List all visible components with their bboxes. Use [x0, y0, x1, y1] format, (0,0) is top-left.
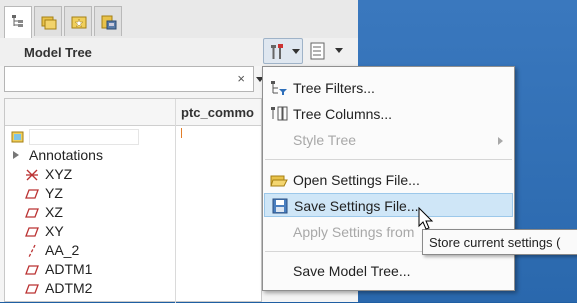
datum-axis-icon	[28, 244, 36, 258]
menu-item-tree-columns[interactable]: Tree Columns...	[264, 102, 513, 126]
tree-row-xyz[interactable]: XYZ	[5, 165, 175, 184]
model-tree-icon	[12, 15, 23, 27]
menu-separator	[265, 159, 512, 160]
settings-menu: Tree Filters... Tree Columns... Style Tr…	[262, 66, 515, 291]
favorites-icon	[71, 16, 87, 29]
datum-plane-icon	[25, 265, 39, 275]
tab-model-tree[interactable]	[4, 6, 32, 39]
menu-item-label: Tree Filters...	[293, 80, 375, 96]
menu-item-label: Save Settings File...	[294, 198, 419, 214]
root-name-field	[29, 129, 139, 145]
model-tree-title: Model Tree	[24, 45, 92, 60]
menu-item-label: Tree Columns...	[293, 106, 393, 122]
settings-tools-icon	[271, 44, 283, 59]
tree-row-label: ADTM1	[45, 261, 93, 277]
tooltip-text: Store current settings (	[429, 235, 561, 250]
show-button[interactable]	[305, 38, 345, 64]
tree-row-annotations[interactable]: Annotations	[5, 146, 175, 165]
datum-plane-icon	[25, 189, 39, 199]
tree-row-adtm1[interactable]: ADTM1	[5, 260, 175, 279]
settings-button[interactable]	[263, 38, 303, 64]
submenu-arrow-icon	[498, 137, 503, 145]
tooltip: Store current settings (	[422, 229, 577, 255]
menu-item-label: Save Model Tree...	[293, 263, 411, 279]
menu-item-save-model-tree[interactable]: Save Model Tree...	[264, 259, 513, 283]
part-icon	[11, 131, 24, 143]
tab-favorites[interactable]	[64, 6, 92, 36]
menu-item-open-settings[interactable]: Open Settings File...	[264, 168, 513, 192]
tab-history[interactable]	[94, 6, 122, 36]
tree-row-root[interactable]	[5, 127, 175, 146]
chevron-down-icon	[335, 48, 343, 53]
chevron-down-icon	[292, 49, 300, 54]
model-tree[interactable]: ptc_commo Annotations XYZ YZ XZ XY AA_2 …	[4, 98, 262, 303]
tree-row-yz[interactable]: YZ	[5, 184, 175, 203]
menu-item-label: Style Tree	[293, 132, 357, 148]
cell-marker	[181, 128, 182, 138]
column-divider[interactable]	[175, 99, 176, 303]
search-input[interactable]: ×	[4, 66, 254, 92]
folder-browser-icon	[41, 16, 57, 30]
history-icon	[101, 15, 117, 30]
menu-item-tree-filters[interactable]: Tree Filters...	[264, 76, 513, 100]
save-disk-icon	[272, 198, 288, 214]
tree-filter-icon	[271, 81, 287, 95]
clear-icon[interactable]: ×	[237, 71, 245, 86]
tree-row-xz[interactable]: XZ	[5, 203, 175, 222]
tree-row-label: Annotations	[29, 147, 103, 163]
menu-item-label: Open Settings File...	[293, 172, 420, 188]
tree-row-label: YZ	[45, 185, 63, 201]
datum-plane-icon	[25, 208, 39, 218]
tree-row-label: ADTM2	[45, 280, 93, 296]
navigator-tabs	[0, 0, 358, 39]
csys-icon	[26, 169, 38, 181]
menu-item-label: Apply Settings from	[293, 224, 415, 240]
mouse-cursor-icon	[418, 207, 434, 230]
tree-row-xy[interactable]: XY	[5, 222, 175, 241]
menu-item-style-tree[interactable]: Style Tree	[264, 128, 513, 152]
tree-row-adtm2[interactable]: ADTM2	[5, 279, 175, 298]
datum-plane-icon	[25, 284, 39, 294]
tree-columns-icon	[271, 106, 288, 121]
column-header-ptc-common[interactable]: ptc_commo	[181, 105, 261, 120]
menu-item-save-settings[interactable]: Save Settings File...	[264, 193, 513, 217]
tab-folder-browser[interactable]	[34, 6, 62, 36]
list-icon	[310, 42, 325, 60]
tree-row-label: XYZ	[45, 166, 73, 182]
tree-row-label: XZ	[45, 204, 63, 220]
datum-plane-icon	[25, 227, 39, 237]
tree-row-aa2[interactable]: AA_2	[5, 241, 175, 260]
tree-row-label: AA_2	[45, 242, 80, 258]
open-folder-icon	[270, 175, 288, 187]
tree-row-label: XY	[45, 223, 64, 239]
expander-arrow-icon[interactable]	[13, 151, 19, 159]
